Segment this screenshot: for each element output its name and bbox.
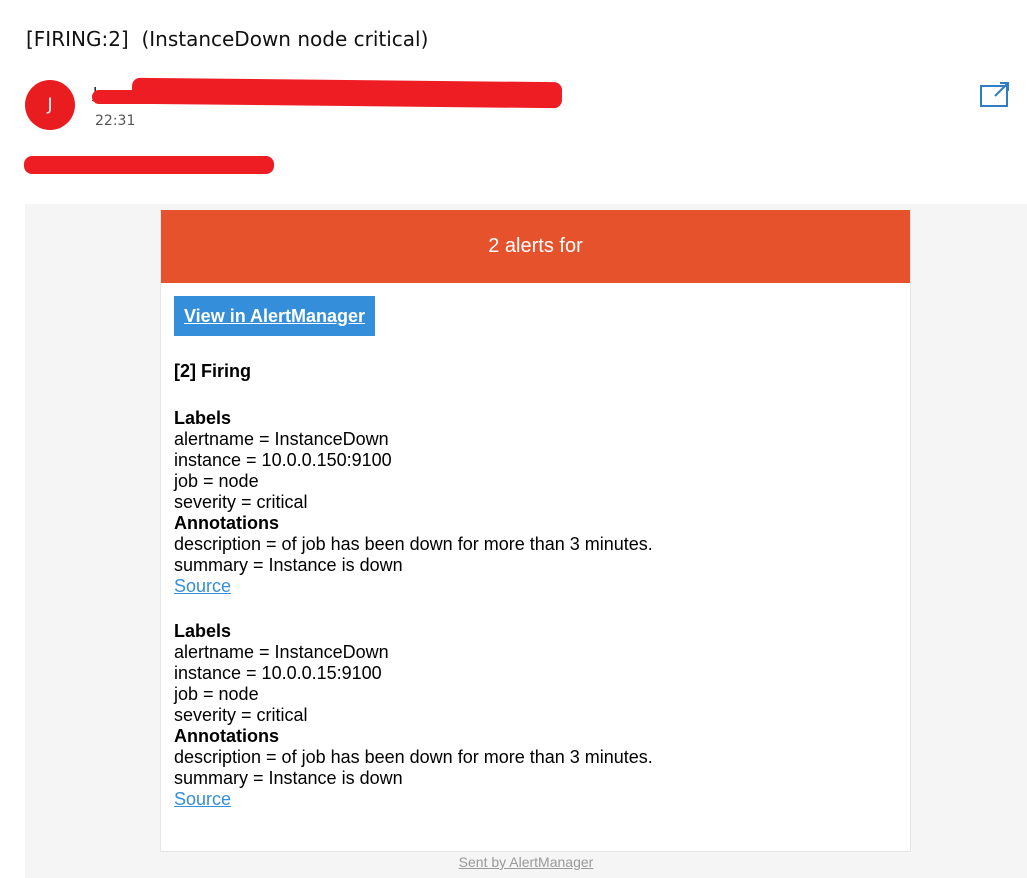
label-line: alertname = InstanceDown [174,429,389,449]
label-line: severity = critical [174,705,308,725]
alert-content: View in AlertManager [2] Firing Labels a… [174,296,894,810]
annotation-line: summary = Instance is down [174,768,403,788]
alert-header-text: 2 alerts for [488,235,583,257]
label-line: severity = critical [174,492,308,512]
sender-redaction-tail [92,90,212,104]
annotation-line: description = of job has been down for m… [174,534,653,554]
annotations-heading: Annotations [174,726,279,746]
recipient-redaction [24,156,274,174]
view-in-alertmanager-button[interactable]: View in AlertManager [174,296,376,336]
label-line: instance = 10.0.0.15:9100 [174,663,382,683]
sent-time: 22:31 [95,113,136,129]
label-line: instance = 10.0.0.150:9100 [174,450,392,470]
sender-avatar: J [25,80,75,130]
annotations-heading: Annotations [174,513,279,533]
annotation-line: description = of job has been down for m… [174,747,653,767]
label-line: job = node [174,684,259,704]
alert-item: Labels alertname = InstanceDown instance… [174,621,894,810]
alert-email-card: 2 alerts for View in AlertManager [2] Fi… [160,210,911,852]
alert-header-banner: 2 alerts for [161,210,910,283]
message-body: 2 alerts for View in AlertManager [2] Fi… [25,204,1027,878]
source-link[interactable]: Source [174,789,231,809]
label-line: alertname = InstanceDown [174,642,389,662]
sent-by-alertmanager-link[interactable]: Sent by AlertManager [459,854,594,870]
alert-item: Labels alertname = InstanceDown instance… [174,408,894,597]
labels-heading: Labels [174,621,232,641]
source-link[interactable]: Source [174,576,231,596]
labels-heading: Labels [174,408,232,428]
avatar-initial: J [47,95,53,115]
label-line: job = node [174,471,259,491]
firing-title: [2] Firing [174,361,251,381]
footer: Sent by AlertManager [25,854,1027,870]
email-subject: [FIRING:2] (InstanceDown node critical) [26,27,429,51]
annotation-line: summary = Instance is down [174,555,403,575]
open-in-new-window-icon[interactable] [978,80,1012,110]
